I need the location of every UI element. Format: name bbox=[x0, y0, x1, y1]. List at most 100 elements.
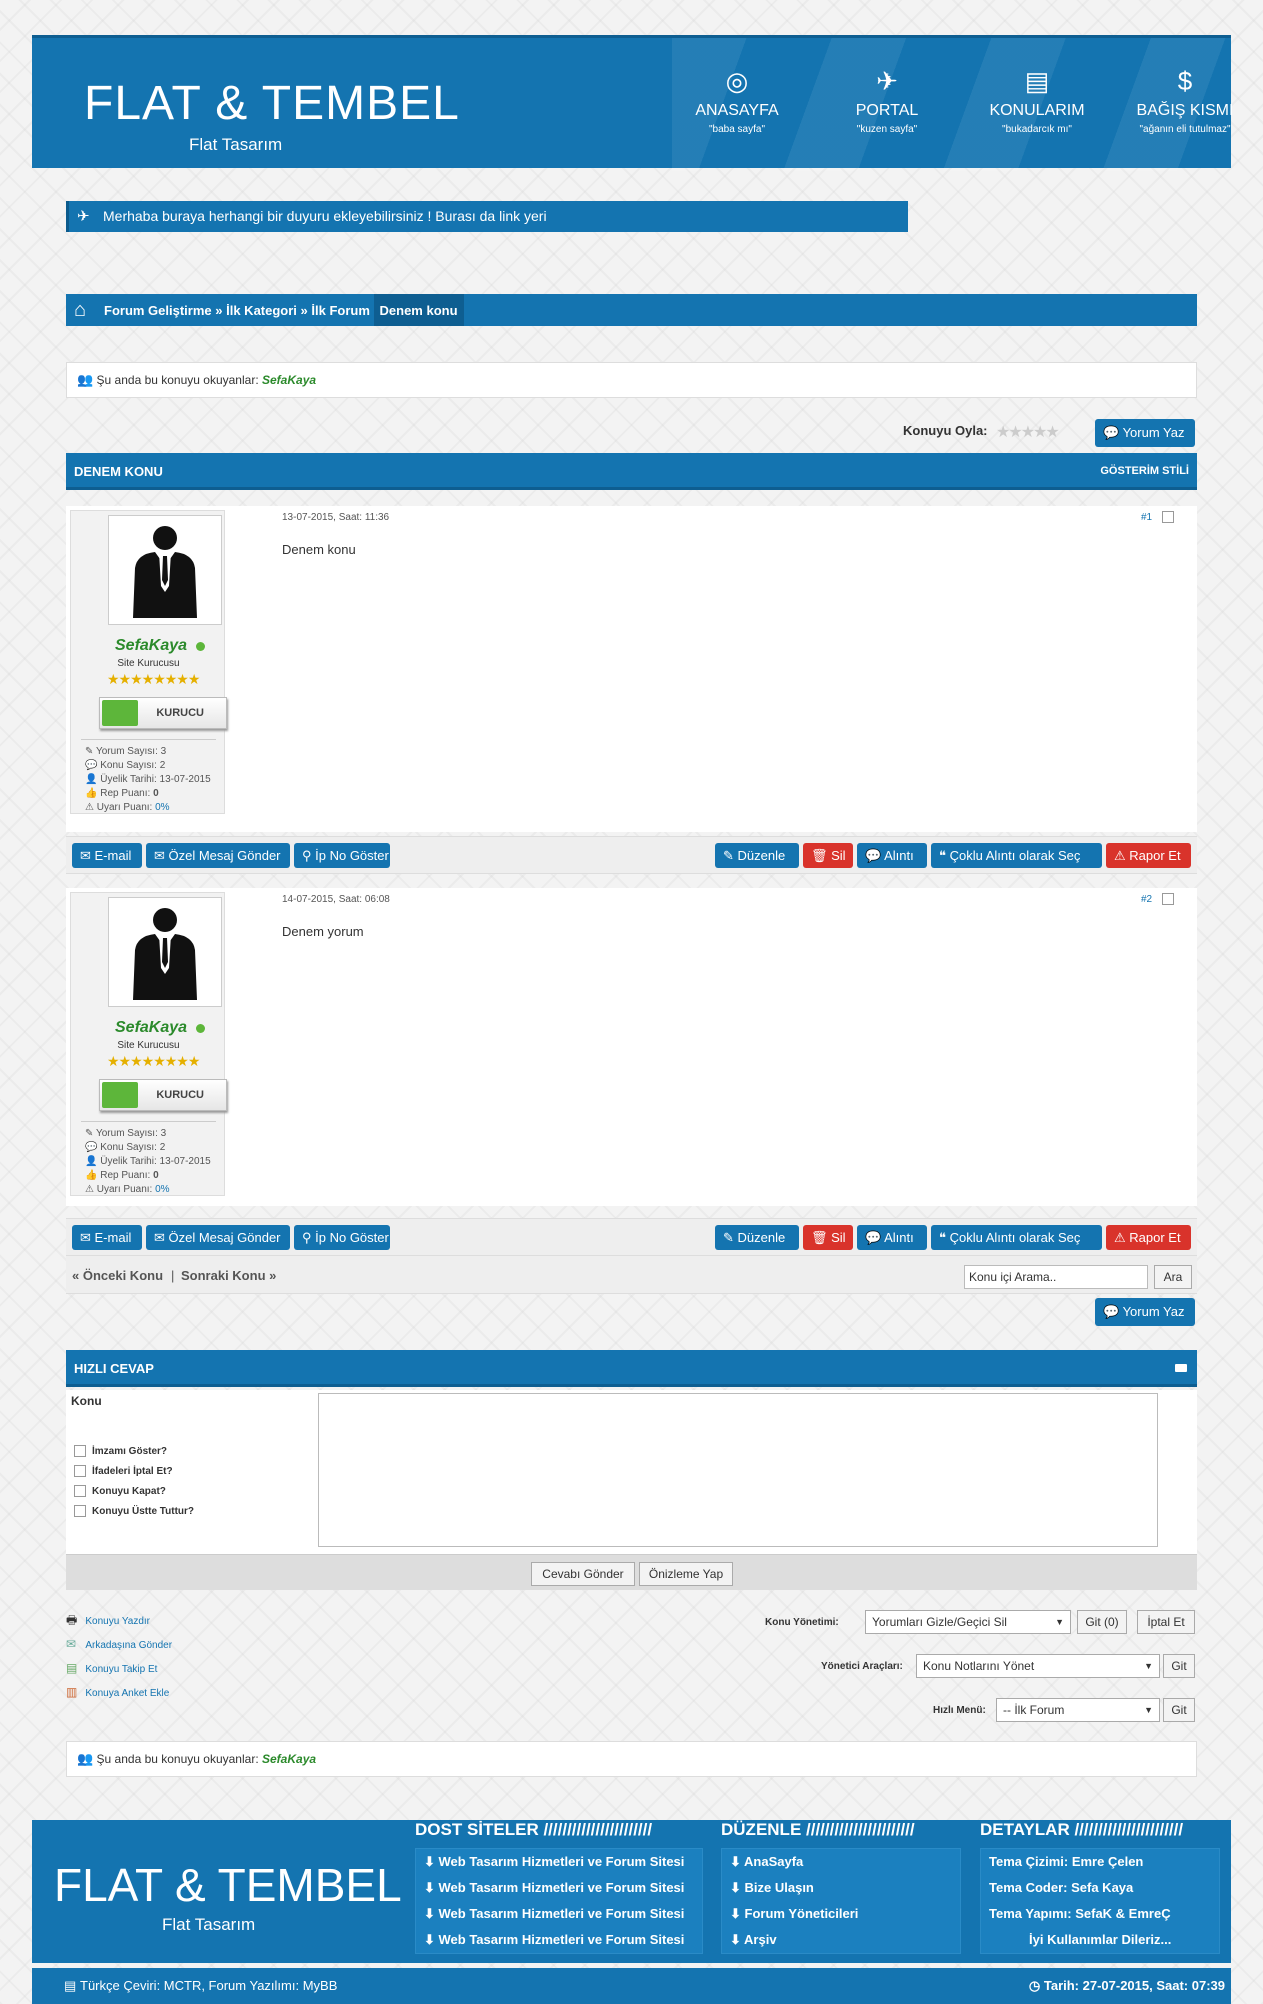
email-button[interactable]: ✉ E-mail bbox=[72, 843, 142, 868]
delete-button[interactable]: 🗑 Sil bbox=[803, 843, 853, 868]
option-close-thread[interactable]: Konuyu Kapat? bbox=[74, 1482, 194, 1502]
ip-button[interactable]: ⚲ İp No Göster bbox=[294, 1225, 390, 1250]
nav-portal[interactable]: ✈ PORTAL "kuzen sayfa" bbox=[812, 66, 962, 135]
kurucu-badge: KURUCU bbox=[99, 697, 227, 729]
quote-button[interactable]: 💬 Alıntı bbox=[857, 1225, 927, 1250]
nav-bagis[interactable]: $ BAĞIŞ KISMI "ağanın eli tutulmaz" bbox=[1110, 66, 1260, 135]
thread-search-input[interactable]: Konu içi Arama.. bbox=[964, 1265, 1148, 1289]
stat-rep: 👍 Rep Puanı: 0 bbox=[85, 1170, 159, 1181]
breadcrumb-item[interactable]: İlk Kategori bbox=[226, 303, 297, 318]
viewer-user-link[interactable]: SefaKaya bbox=[262, 1752, 316, 1766]
send-to-friend[interactable]: ✉ Arkadaşına Gönder bbox=[66, 1633, 172, 1657]
avatar[interactable] bbox=[108, 897, 222, 1007]
reply-button[interactable]: 💬 Yorum Yaz bbox=[1095, 419, 1195, 447]
multiquote-button[interactable]: ❝ Çoklu Alıntı olarak Seç bbox=[931, 1225, 1102, 1250]
moderation-select[interactable]: Yorumları Gizle/Geçici Sil ▼ bbox=[865, 1610, 1071, 1634]
email-button[interactable]: ✉ E-mail bbox=[72, 1225, 142, 1250]
rating-stars[interactable]: ★★★★★ bbox=[996, 422, 1060, 442]
prev-thread-link[interactable]: « Önceki Konu bbox=[72, 1268, 163, 1283]
badge-icon bbox=[102, 1082, 138, 1108]
stat-posts: ✎ Yorum Sayısı: 3 bbox=[85, 1128, 167, 1139]
avatar[interactable] bbox=[108, 515, 222, 625]
admin-tools-go-button[interactable]: Git bbox=[1163, 1654, 1195, 1678]
reply-label: Yorum Yaz bbox=[1122, 425, 1185, 440]
users-icon: 👥 bbox=[77, 1751, 94, 1766]
report-button[interactable]: ⚠ Rapor Et bbox=[1106, 1225, 1191, 1250]
breadcrumb-item[interactable]: İlk Forum bbox=[311, 303, 370, 318]
quote-button[interactable]: 💬 Alıntı bbox=[857, 843, 927, 868]
nav-sublabel: "kuzen sayfa" bbox=[856, 124, 918, 135]
announcement-bar[interactable]: ✈ Merhaba buraya herhangi bir duyuru ekl… bbox=[66, 201, 908, 232]
moderation-go-button[interactable]: Git (0) bbox=[1077, 1610, 1127, 1634]
home-icon[interactable]: ⌂ bbox=[74, 293, 86, 327]
footer-edit-link[interactable]: ⬇ AnaSayfa bbox=[722, 1849, 960, 1875]
pm-button[interactable]: ✉ Özel Mesaj Gönder bbox=[146, 843, 290, 868]
moderation-cancel-button[interactable]: İptal Et bbox=[1137, 1610, 1195, 1634]
reply-button-bottom[interactable]: 💬 Yorum Yaz bbox=[1095, 1298, 1195, 1326]
footer-friend-link[interactable]: ⬇ Web Tasarım Hizmetleri ve Forum Sitesi bbox=[416, 1927, 702, 1953]
post-permalink[interactable]: #1 bbox=[1141, 512, 1152, 523]
edit-button[interactable]: ✎ Düzenle bbox=[715, 1225, 799, 1250]
subscribe-thread[interactable]: ▤ Konuyu Takip Et bbox=[66, 1657, 172, 1681]
thread-search-button[interactable]: Ara bbox=[1154, 1265, 1192, 1289]
avatar-image bbox=[133, 526, 197, 618]
delete-button[interactable]: 🗑 Sil bbox=[803, 1225, 853, 1250]
reply-submit-bar: Cevabı Gönder Önizleme Yap bbox=[66, 1554, 1197, 1590]
author-name[interactable]: SefaKaya bbox=[115, 637, 187, 655]
submit-reply-button[interactable]: Cevabı Gönder bbox=[531, 1562, 635, 1586]
comment-icon: 💬 bbox=[1103, 1304, 1120, 1319]
post-body: Denem konu bbox=[282, 542, 356, 557]
stat-rep: 👍 Rep Puanı: 0 bbox=[85, 788, 159, 799]
viewer-user-link[interactable]: SefaKaya bbox=[262, 373, 316, 387]
reply-options: İmzamı Göster? İfadeleri İptal Et? Konuy… bbox=[74, 1442, 194, 1522]
chart-icon: ▥ bbox=[66, 1685, 78, 1699]
kurucu-badge: KURUCU bbox=[99, 1079, 227, 1111]
footer-friends: DOST SİTELER /////////////////////// ⬇ W… bbox=[415, 1820, 703, 1954]
add-poll[interactable]: ▥ Konuya Anket Ekle bbox=[66, 1681, 172, 1705]
quick-reply-header: HIZLI CEVAP bbox=[66, 1350, 1197, 1387]
post-select-checkbox[interactable] bbox=[1162, 511, 1174, 523]
footer-edit-link[interactable]: ⬇ Arşiv bbox=[722, 1927, 960, 1953]
footer-friend-link[interactable]: ⬇ Web Tasarım Hizmetleri ve Forum Sitesi bbox=[416, 1875, 702, 1901]
site-logo[interactable]: FLAT & TEMBEL bbox=[84, 76, 460, 131]
edit-button[interactable]: ✎ Düzenle bbox=[715, 843, 799, 868]
print-thread[interactable]: 🖶 Konuyu Yazdır bbox=[66, 1609, 172, 1633]
rank-stars: ★★★★★★★★ bbox=[107, 671, 200, 687]
ip-button[interactable]: ⚲ İp No Göster bbox=[294, 843, 390, 868]
thread-header: DENEM KONU GÖSTERİM STİLİ bbox=[66, 453, 1197, 490]
nav-konularim[interactable]: ▤ KONULARIM "bukadarcık mı" bbox=[962, 66, 1112, 135]
nav-anasayfa[interactable]: ◎ ANASAYFA "baba sayfa" bbox=[662, 66, 812, 135]
option-disable-smilies[interactable]: İfadeleri İptal Et? bbox=[74, 1462, 194, 1482]
quick-menu-go-button[interactable]: Git bbox=[1163, 1698, 1195, 1722]
online-indicator bbox=[196, 642, 205, 651]
author-name[interactable]: SefaKaya bbox=[115, 1019, 187, 1037]
post-permalink[interactable]: #2 bbox=[1141, 894, 1152, 905]
breadcrumb-item[interactable]: Forum Geliştirme bbox=[104, 303, 212, 318]
multiquote-button[interactable]: ❝ Çoklu Alıntı olarak Seç bbox=[931, 843, 1102, 868]
reply-textarea[interactable] bbox=[318, 1393, 1158, 1547]
post-select-checkbox[interactable] bbox=[1162, 893, 1174, 905]
report-button[interactable]: ⚠ Rapor Et bbox=[1106, 843, 1191, 868]
preview-button[interactable]: Önizleme Yap bbox=[639, 1562, 733, 1586]
post-author: SefaKaya Site Kurucusu ★★★★★★★★ KURUCU ✎… bbox=[70, 510, 227, 814]
option-stick-thread[interactable]: Konuyu Üstte Tuttur? bbox=[74, 1502, 194, 1522]
next-thread-link[interactable]: Sonraki Konu » bbox=[181, 1268, 276, 1283]
stat-joined: 👤 Üyelik Tarihi: 13-07-2015 bbox=[85, 774, 211, 785]
footer-friend-link[interactable]: ⬇ Web Tasarım Hizmetleri ve Forum Sitesi bbox=[416, 1901, 702, 1927]
post-2: SefaKaya Site Kurucusu ★★★★★★★★ KURUCU ✎… bbox=[66, 888, 1197, 1206]
quick-menu-select[interactable]: -- İlk Forum ▼ bbox=[996, 1698, 1160, 1722]
users-icon: 👥 bbox=[77, 372, 94, 387]
display-style-toggle[interactable]: GÖSTERİM STİLİ bbox=[1100, 453, 1189, 490]
footer-edit-link[interactable]: ⬇ Forum Yöneticileri bbox=[722, 1901, 960, 1927]
option-signature[interactable]: İmzamı Göster? bbox=[74, 1442, 194, 1462]
post-date: 13-07-2015, Saat: 11:36 bbox=[282, 512, 390, 523]
pm-button[interactable]: ✉ Özel Mesaj Gönder bbox=[146, 1225, 290, 1250]
collapse-icon[interactable] bbox=[1175, 1364, 1187, 1372]
footer-detail-item: Tema Yapımı: SefaK & EmreÇ bbox=[989, 1906, 1171, 1921]
divider bbox=[81, 739, 216, 740]
admin-tools-select[interactable]: Konu Notlarını Yönet ▼ bbox=[916, 1654, 1160, 1678]
footer-friend-link[interactable]: ⬇ Web Tasarım Hizmetleri ve Forum Sitesi bbox=[416, 1849, 702, 1875]
footer-edit-link[interactable]: ⬇ Bize Ulaşın bbox=[722, 1875, 960, 1901]
footer-friends-list: ⬇ Web Tasarım Hizmetleri ve Forum Sitesi… bbox=[415, 1848, 703, 1954]
quick-reply-title: HIZLI CEVAP bbox=[74, 1361, 154, 1376]
